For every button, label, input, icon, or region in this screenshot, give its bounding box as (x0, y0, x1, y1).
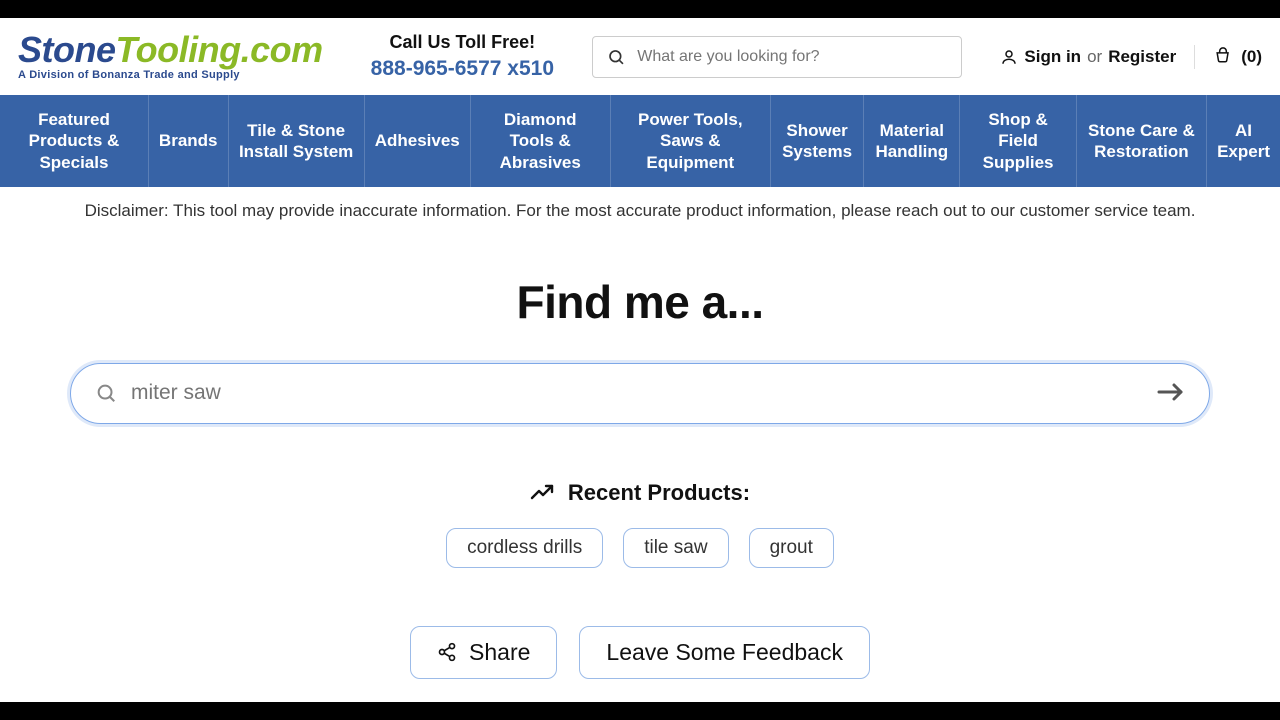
finder-search[interactable] (70, 363, 1210, 424)
nav-adhesives[interactable]: Adhesives (365, 95, 471, 187)
trending-icon (530, 481, 554, 505)
cart-link[interactable]: (0) (1213, 47, 1262, 67)
header-search-input[interactable] (637, 48, 947, 66)
nav-featured[interactable]: Featured Products & Specials (0, 95, 149, 187)
recent-chip[interactable]: tile saw (623, 528, 728, 568)
nav-shower[interactable]: Shower Systems (771, 95, 864, 187)
call-phone[interactable]: 888-965-6577 x510 (371, 57, 554, 81)
recent-chip[interactable]: grout (749, 528, 834, 568)
cart-count: (0) (1241, 47, 1262, 67)
site-logo[interactable]: StoneTooling.com A Division of Bonanza T… (18, 32, 323, 81)
logo-text: StoneTooling.com (18, 32, 323, 68)
auth-block: Sign in or Register (0) (1000, 45, 1262, 69)
nav-shop-field[interactable]: Shop & Field Supplies (960, 95, 1076, 187)
main-content: Find me a... Recent Products: cordless d… (0, 231, 1280, 679)
register-link[interactable]: Register (1108, 47, 1176, 67)
recent-chips: cordless drills tile saw grout (70, 528, 1210, 568)
call-info: Call Us Toll Free! 888-965-6577 x510 (371, 32, 554, 81)
site-header: StoneTooling.com A Division of Bonanza T… (0, 18, 1280, 95)
nav-tile-stone[interactable]: Tile & Stone Install System (229, 95, 365, 187)
recent-chip[interactable]: cordless drills (446, 528, 603, 568)
nav-diamond[interactable]: Diamond Tools & Abrasives (471, 95, 611, 187)
search-icon (607, 47, 625, 67)
finder-heading: Find me a... (70, 275, 1210, 329)
nav-brands[interactable]: Brands (149, 95, 229, 187)
header-search[interactable] (592, 36, 962, 78)
cart-icon (1213, 47, 1233, 67)
action-row: Share Leave Some Feedback (70, 626, 1210, 679)
finder-search-input[interactable] (131, 381, 1157, 405)
nav-ai-expert[interactable]: AI Expert (1207, 95, 1280, 187)
search-icon (95, 382, 117, 404)
disclaimer-text: Disclaimer: This tool may provide inaccu… (0, 187, 1280, 231)
share-button[interactable]: Share (410, 626, 557, 679)
share-icon (437, 642, 457, 662)
feedback-label: Leave Some Feedback (606, 639, 843, 666)
top-bar (0, 0, 1280, 18)
main-nav: Featured Products & Specials Brands Tile… (0, 95, 1280, 187)
bottom-bar (0, 702, 1280, 720)
feedback-button[interactable]: Leave Some Feedback (579, 626, 870, 679)
user-icon (1000, 48, 1018, 66)
nav-stone-care[interactable]: Stone Care & Restoration (1077, 95, 1207, 187)
logo-subtitle: A Division of Bonanza Trade and Supply (18, 70, 323, 81)
share-label: Share (469, 639, 530, 666)
submit-arrow-icon[interactable] (1157, 378, 1185, 409)
nav-power-tools[interactable]: Power Tools, Saws & Equipment (611, 95, 771, 187)
logo-part-tooling: Tooling.com (116, 29, 323, 70)
auth-divider (1194, 45, 1195, 69)
nav-material[interactable]: Material Handling (864, 95, 960, 187)
auth-or: or (1087, 47, 1102, 67)
sign-in-link[interactable]: Sign in (1024, 47, 1081, 67)
call-label: Call Us Toll Free! (371, 32, 554, 53)
logo-part-stone: Stone (18, 29, 116, 70)
recent-heading: Recent Products: (70, 480, 1210, 506)
recent-label: Recent Products: (568, 480, 750, 506)
